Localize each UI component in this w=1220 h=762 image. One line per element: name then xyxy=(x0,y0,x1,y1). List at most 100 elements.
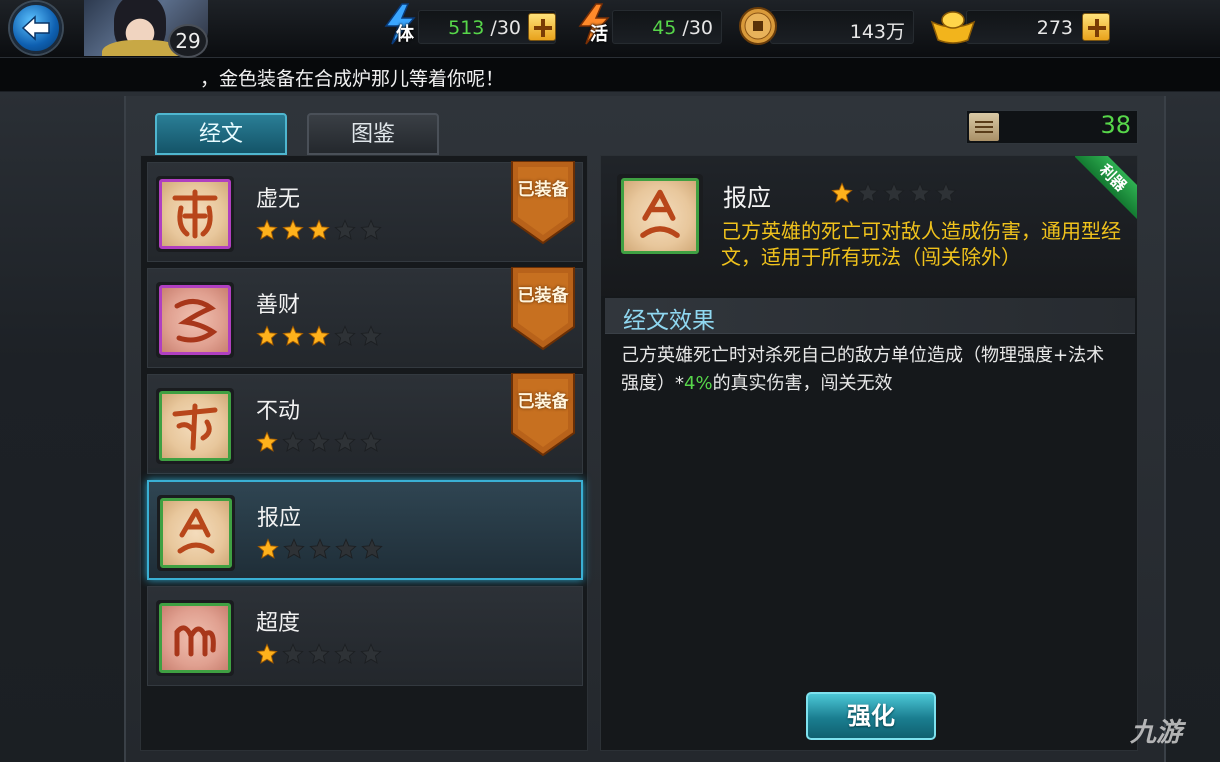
star-empty-icon xyxy=(282,643,304,664)
stamina-max: /30 xyxy=(490,17,521,39)
player-level-badge: 29 xyxy=(168,24,208,58)
arrow-left-icon xyxy=(21,15,50,41)
star-empty-icon xyxy=(283,538,305,559)
scripture-list: 虚无 已装备 善财 已装备 不动 已装备 报应 超度 xyxy=(140,155,588,751)
star-filled-icon xyxy=(831,182,853,203)
detail-header: 报应 己方英雄的死亡可对敌人造成伤害，通用型经文，适用于所有玩法（闯关除外） 利… xyxy=(601,156,1137,296)
item-name: 善财 xyxy=(256,293,301,318)
star-filled-icon xyxy=(308,219,330,240)
item-stars xyxy=(256,325,382,347)
gold-value: 273 xyxy=(1036,17,1073,39)
equipped-banner-icon xyxy=(511,372,575,457)
coin-value: 143万 xyxy=(849,21,905,43)
scripture-icon-frame xyxy=(156,176,234,252)
star-filled-icon xyxy=(282,325,304,346)
star-filled-icon xyxy=(256,643,278,664)
coin-icon xyxy=(738,6,778,50)
equipped-tag: 已装备 xyxy=(510,372,576,457)
equipped-label: 已装备 xyxy=(517,286,569,306)
list-item[interactable]: 善财 已装备 xyxy=(147,266,583,368)
star-filled-icon xyxy=(308,325,330,346)
tab-scriptures[interactable]: 经文 xyxy=(155,113,287,155)
list-item[interactable]: 超度 xyxy=(147,586,583,686)
effect-text: 己方英雄死亡时对杀死自己的敌方单位造成（物理强度+法术强度）*4%的真实伤害，闯… xyxy=(621,345,1105,394)
tab-collection[interactable]: 图鉴 xyxy=(307,113,439,155)
effect-header-label: 经文效果 xyxy=(623,308,715,334)
equipped-label: 已装备 xyxy=(517,180,569,200)
list-item[interactable]: 不动 已装备 xyxy=(147,372,583,474)
scroll-icon xyxy=(969,113,999,141)
star-empty-icon xyxy=(334,431,356,452)
top-bar: 29 513 /30 体 45 /30 活 143万 273 xyxy=(0,0,1220,58)
back-button[interactable] xyxy=(10,2,62,54)
energy-current: 45 xyxy=(652,17,677,39)
star-empty-icon xyxy=(308,431,330,452)
scripture-icon-frame xyxy=(156,388,234,464)
star-empty-icon xyxy=(909,182,931,203)
star-filled-icon xyxy=(256,431,278,452)
star-empty-icon xyxy=(334,219,356,240)
enhance-button[interactable]: 强化 xyxy=(806,692,936,740)
effect-header: 经文效果 xyxy=(605,298,1135,334)
stamina-icon: 体 xyxy=(378,2,422,50)
rarity-ribbon: 利器 xyxy=(1075,156,1137,220)
effect-highlight: 4% xyxy=(684,373,713,394)
star-empty-icon xyxy=(334,643,356,664)
star-empty-icon xyxy=(360,431,382,452)
notice-bar: ，金色装备在合成炉那儿等着你呢！ xyxy=(0,58,1220,92)
rune-chaodu-icon xyxy=(174,625,216,657)
equipped-banner-icon xyxy=(511,160,575,245)
detail-description: 己方英雄的死亡可对敌人造成伤害，通用型经文，适用于所有玩法（闯关除外） xyxy=(721,219,1121,269)
equipped-banner-icon xyxy=(511,266,575,351)
star-empty-icon xyxy=(334,325,356,346)
energy-icon: 活 xyxy=(572,2,616,50)
detail-stars xyxy=(831,182,957,204)
star-empty-icon xyxy=(857,182,879,203)
star-empty-icon xyxy=(361,538,383,559)
item-stars xyxy=(257,538,383,560)
detail-icon-frame xyxy=(617,174,703,258)
rune-baoying-icon xyxy=(640,189,680,238)
energy-max: /30 xyxy=(682,17,713,39)
star-filled-icon xyxy=(257,538,279,559)
star-filled-icon xyxy=(282,219,304,240)
item-name: 超度 xyxy=(256,611,301,636)
detail-name: 报应 xyxy=(723,184,771,212)
star-empty-icon xyxy=(309,538,331,559)
scroll-counter: 38 xyxy=(966,110,1138,144)
item-stars xyxy=(256,431,382,453)
rune-xuwu-icon xyxy=(172,189,218,239)
star-empty-icon xyxy=(360,219,382,240)
stamina-plus-button[interactable] xyxy=(528,13,556,41)
list-item[interactable]: 虚无 已装备 xyxy=(147,160,583,262)
star-empty-icon xyxy=(282,431,304,452)
rarity-ribbon-label: 利器 xyxy=(1075,156,1137,220)
gold-plus-button[interactable] xyxy=(1082,13,1110,41)
energy-counter: 45 /30 xyxy=(612,10,722,44)
gold-ingot-icon xyxy=(930,6,976,50)
scripture-icon-frame xyxy=(157,495,235,571)
star-filled-icon xyxy=(256,219,278,240)
star-empty-icon xyxy=(308,643,330,664)
item-name: 虚无 xyxy=(256,187,301,212)
item-name: 报应 xyxy=(257,506,302,531)
rune-baoying-icon xyxy=(177,508,215,554)
item-stars xyxy=(256,219,382,241)
equipped-label: 已装备 xyxy=(517,392,569,412)
list-item[interactable]: 报应 xyxy=(147,480,583,580)
rune-shancai-icon xyxy=(174,299,218,343)
star-empty-icon xyxy=(935,182,957,203)
scripture-icon-frame xyxy=(156,282,234,358)
coin-counter: 143万 xyxy=(770,10,914,44)
stamina-current: 513 xyxy=(448,17,485,39)
equipped-tag: 已装备 xyxy=(510,160,576,245)
star-empty-icon xyxy=(360,643,382,664)
detail-panel: 报应 己方英雄的死亡可对敌人造成伤害，通用型经文，适用于所有玩法（闯关除外） 利… xyxy=(600,155,1138,751)
item-name: 不动 xyxy=(256,399,301,424)
scroll-count: 38 xyxy=(1100,111,1131,139)
star-empty-icon xyxy=(883,182,905,203)
rune-budong-icon xyxy=(172,403,218,451)
equipped-tag: 已装备 xyxy=(510,266,576,351)
star-empty-icon xyxy=(360,325,382,346)
notice-text: ，金色装备在合成炉那儿等着你呢！ xyxy=(200,68,505,90)
